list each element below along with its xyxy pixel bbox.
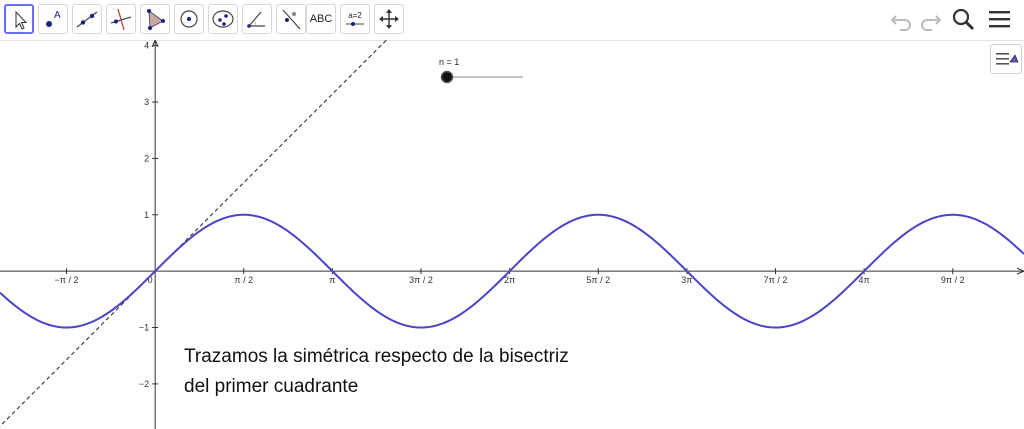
text-tool-button[interactable]: ABC [306,4,336,34]
move-view-tool-button[interactable] [374,4,404,34]
slider-label: n = 1 [439,57,459,67]
y-tick-label: 1 [144,210,149,220]
cursor-arrow-icon [15,10,28,30]
x-tick-label: 3π [681,275,692,285]
move-arrows-icon [379,9,399,29]
angle-tool-button[interactable] [242,4,272,34]
x-tick-label: −π / 2 [55,275,79,285]
y-tick-label: 4 [144,41,149,51]
polygon-tool-button[interactable] [140,4,170,34]
hamburger-menu-icon [989,11,1010,28]
line-tool-button[interactable] [72,4,102,34]
y-tick-label: −2 [139,379,149,389]
point-icon: A [46,10,61,27]
x-tick-label: 5π / 2 [586,275,610,285]
circle-icon [180,10,198,28]
y-tick-label: −1 [139,323,149,333]
undo-button[interactable] [888,6,916,34]
caption-line-1: Trazamos la simétrica respecto de la bis… [184,346,569,367]
style-bar-toggle-button[interactable] [990,44,1022,74]
x-tick-label: 9π / 2 [941,275,965,285]
slider-n[interactable]: n = 1 [439,57,523,84]
redo-icon [921,15,942,31]
x-tick-label: 7π / 2 [764,275,788,285]
y-tick-label: 2 [144,153,149,163]
slider-tool-button[interactable]: a=2 [340,4,370,34]
conic-tool-button[interactable] [208,4,238,34]
caption-text: Trazamos la simétrica respecto de la bis… [184,342,569,402]
ellipse-icon [212,10,234,28]
polygon-icon [147,9,165,30]
undo-icon [890,15,911,31]
slider-handle[interactable] [440,70,454,84]
text-tool-label: ABC [309,13,333,25]
reflect-icon [282,9,301,30]
circle-tool-button[interactable] [174,4,204,34]
slider-icon [346,22,364,26]
point-tool-button[interactable]: A [38,4,68,34]
x-tick-label: π [329,275,335,285]
x-tick-label: π / 2 [234,275,253,285]
x-tick-label: 4π [859,275,870,285]
x-tick-label: 3π / 2 [409,275,433,285]
toolbar: A ABC a=2 [0,0,1024,41]
search-button[interactable] [950,6,978,34]
axis-ticks: −π / 20π / 2 π 3π / 2 2π 5π / 2 3π 7π / 2 4π 9π … [55,41,965,389]
y-tick-label: 3 [144,97,149,107]
search-icon [952,8,975,31]
reflect-tool-button[interactable] [276,4,306,34]
perpendicular-tool-button[interactable] [106,4,136,34]
x-tick-label: 2π [504,275,515,285]
svg-text:A: A [54,10,61,21]
perpendicular-icon [110,8,132,31]
angle-icon [247,11,265,28]
line-icon [76,11,98,28]
move-tool-button[interactable] [4,4,34,34]
style-bar-icon [996,53,1019,65]
main-menu-button[interactable] [986,6,1014,34]
caption-line-2: del primer cuadrante [184,376,359,397]
redo-button[interactable] [916,6,944,34]
